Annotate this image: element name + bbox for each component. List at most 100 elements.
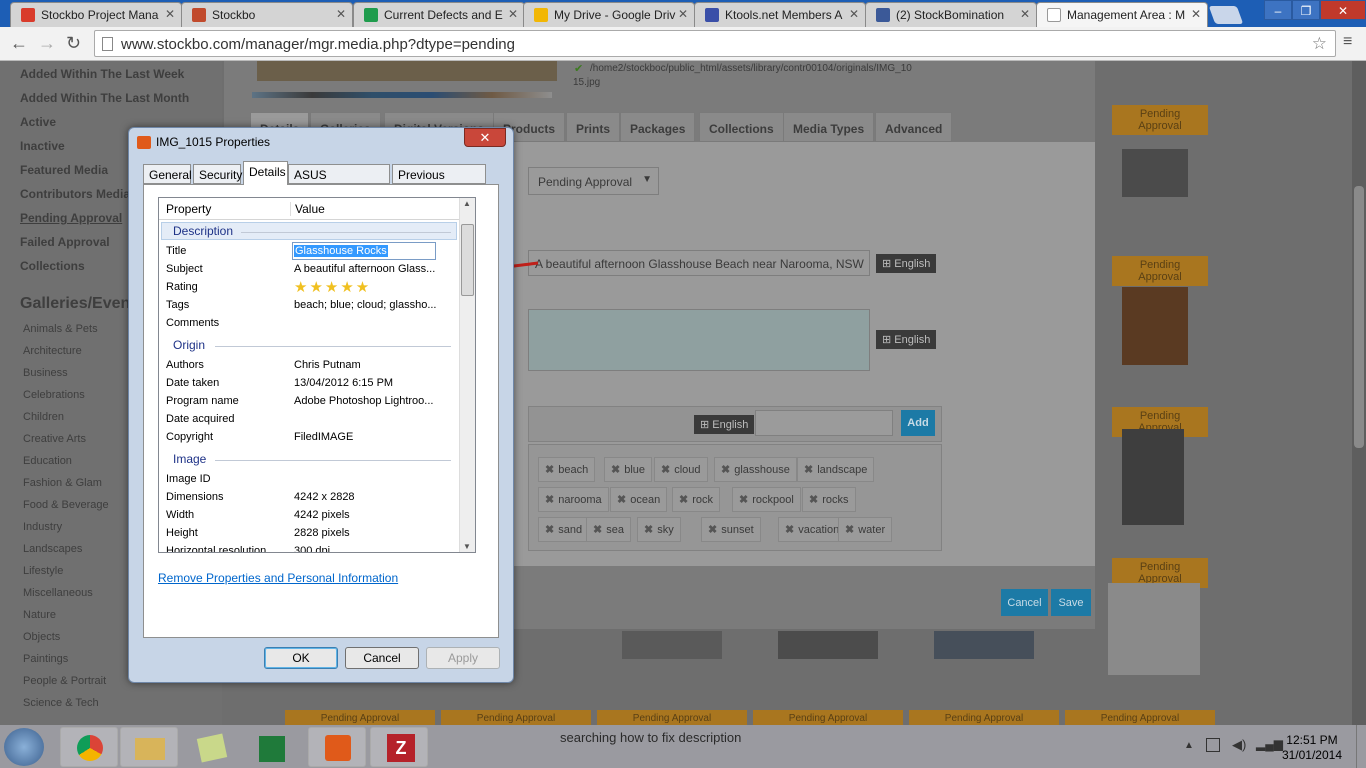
- keyword-tag[interactable]: ✖ sky: [637, 517, 681, 542]
- close-tab-icon[interactable]: ✕: [849, 7, 859, 21]
- keyword-tag[interactable]: ✖ cloud: [654, 457, 708, 482]
- description-textarea[interactable]: [528, 309, 870, 371]
- close-tab-icon[interactable]: ✕: [336, 7, 346, 21]
- clock[interactable]: 12:51 PM 31/01/2014: [1282, 733, 1342, 763]
- close-tab-icon[interactable]: ✕: [678, 7, 688, 21]
- keyword-tag[interactable]: ✖ ocean: [610, 487, 668, 512]
- start-button[interactable]: [4, 728, 44, 766]
- ok-button[interactable]: OK: [264, 647, 338, 669]
- sidebar-item[interactable]: Failed Approval: [20, 235, 110, 249]
- gallery-item[interactable]: Education: [23, 455, 72, 467]
- keyword-tag[interactable]: ✖ water: [838, 517, 893, 542]
- keyword-tag[interactable]: ✖ narooma: [538, 487, 609, 512]
- tab-security[interactable]: Security: [193, 164, 242, 184]
- keyword-tag[interactable]: ✖ sunset: [701, 517, 761, 542]
- remove-tag-icon[interactable]: ✖: [679, 494, 688, 506]
- sidebar-item[interactable]: Added Within The Last Month: [20, 91, 189, 105]
- apply-button[interactable]: Apply: [426, 647, 500, 669]
- tab-collections[interactable]: Collections: [699, 112, 784, 142]
- remove-tag-icon[interactable]: ✖: [644, 524, 653, 536]
- keyword-tag[interactable]: ✖ rockpool: [732, 487, 801, 512]
- scroll-up-icon[interactable]: ▲: [463, 199, 471, 208]
- gallery-item[interactable]: Science & Tech: [23, 697, 99, 709]
- property-value[interactable]: Adobe Photoshop Lightroo...: [294, 395, 433, 407]
- gallery-item[interactable]: Creative Arts: [23, 433, 86, 445]
- property-value[interactable]: Chris Putnam: [294, 359, 361, 371]
- gallery-item[interactable]: Animals & Pets: [23, 323, 98, 335]
- group-description[interactable]: Description: [173, 224, 233, 238]
- reload-icon[interactable]: ↻: [66, 33, 81, 54]
- close-tab-icon[interactable]: ✕: [1191, 7, 1201, 21]
- volume-icon[interactable]: ◀): [1232, 737, 1246, 753]
- show-hidden-icons[interactable]: ▲: [1184, 740, 1194, 751]
- media-thumbnail[interactable]: [1108, 583, 1200, 675]
- language-button[interactable]: ⊞ English: [694, 415, 755, 434]
- tab-previous-versions[interactable]: Previous Versions: [392, 164, 486, 196]
- maximize-icon[interactable]: ❐: [1292, 0, 1320, 20]
- title-input[interactable]: A beautiful afternoon Glasshouse Beach n…: [528, 250, 870, 276]
- sidebar-item[interactable]: Inactive: [20, 139, 65, 153]
- close-tab-icon[interactable]: ✕: [1020, 7, 1030, 21]
- cancel-button[interactable]: Cancel: [1001, 589, 1048, 616]
- browser-tab[interactable]: Stockbo Project Mana ✕: [10, 2, 182, 27]
- remove-properties-link[interactable]: Remove Properties and Personal Informati…: [158, 571, 398, 585]
- keyword-tag[interactable]: ✖ blue: [604, 457, 653, 482]
- keyword-tag[interactable]: ✖ vacation: [778, 517, 847, 542]
- sidebar-item[interactable]: Contributors Media: [20, 187, 130, 201]
- language-button[interactable]: ⊞ English: [876, 254, 937, 273]
- keyword-tag[interactable]: ✖ rocks: [802, 487, 856, 512]
- gallery-item[interactable]: Business: [23, 367, 68, 379]
- keyword-tag[interactable]: ✖ landscape: [797, 457, 875, 482]
- remove-tag-icon[interactable]: ✖: [785, 524, 794, 536]
- close-window-icon[interactable]: ✕: [1320, 0, 1366, 20]
- gallery-item[interactable]: Industry: [23, 521, 62, 533]
- explorer-taskbar-icon[interactable]: [120, 727, 178, 767]
- status-select[interactable]: Pending Approval ▼: [528, 167, 659, 195]
- title-edit-field[interactable]: Glasshouse Rocks: [292, 242, 436, 260]
- media-thumbnail[interactable]: [778, 631, 878, 659]
- forward-icon[interactable]: →: [38, 33, 56, 54]
- group-image[interactable]: Image: [173, 452, 206, 466]
- browser-tab[interactable]: (2) StockBomination ✕: [865, 2, 1037, 27]
- scrollbar-thumb[interactable]: [1354, 186, 1364, 448]
- browser-tab[interactable]: Stockbo ✕: [181, 2, 353, 27]
- gallery-item[interactable]: Landscapes: [23, 543, 82, 555]
- new-tab-button[interactable]: [1208, 6, 1244, 24]
- column-property[interactable]: Property: [166, 202, 211, 216]
- rating-stars[interactable]: ★★★★★: [294, 278, 371, 296]
- filezilla-taskbar-icon[interactable]: Z: [370, 727, 428, 767]
- snipping-taskbar-icon[interactable]: [308, 727, 366, 767]
- network-icon[interactable]: ▂▄▆: [1256, 737, 1283, 751]
- cancel-button[interactable]: Cancel: [345, 647, 419, 669]
- page-scrollbar[interactable]: [1352, 61, 1366, 725]
- remove-tag-icon[interactable]: ✖: [661, 464, 670, 476]
- tab-general[interactable]: General: [143, 164, 192, 184]
- remove-tag-icon[interactable]: ✖: [708, 524, 717, 536]
- minimize-icon[interactable]: –: [1264, 0, 1292, 20]
- gallery-item[interactable]: Celebrations: [23, 389, 85, 401]
- add-keyword-button[interactable]: Add: [901, 410, 935, 436]
- notes-taskbar-icon[interactable]: [182, 727, 240, 767]
- gallery-item[interactable]: People & Portrait: [23, 675, 106, 687]
- remove-tag-icon[interactable]: ✖: [545, 524, 554, 536]
- tab-advanced[interactable]: Advanced: [875, 112, 953, 142]
- bookmark-star-icon[interactable]: ☆: [1312, 34, 1327, 54]
- remove-tag-icon[interactable]: ✖: [721, 464, 730, 476]
- gallery-item[interactable]: Fashion & Glam: [23, 477, 102, 489]
- gallery-item[interactable]: Miscellaneous: [23, 587, 93, 599]
- chrome-taskbar-icon[interactable]: [60, 727, 118, 767]
- property-value[interactable]: FiledIMAGE: [294, 431, 353, 443]
- media-thumbnail[interactable]: [1122, 429, 1184, 525]
- tab-details[interactable]: Details: [243, 161, 288, 185]
- tab-prints[interactable]: Prints: [566, 112, 621, 142]
- property-value[interactable]: beach; blue; cloud; glassho...: [294, 299, 436, 311]
- sidebar-item[interactable]: Added Within The Last Week: [20, 67, 184, 81]
- show-desktop-button[interactable]: [1356, 725, 1366, 768]
- remove-tag-icon[interactable]: ✖: [611, 464, 620, 476]
- keyword-tag[interactable]: ✖ beach: [538, 457, 596, 482]
- remove-tag-icon[interactable]: ✖: [739, 494, 748, 506]
- media-thumbnail[interactable]: [1122, 287, 1188, 365]
- gallery-item[interactable]: Nature: [23, 609, 56, 621]
- gallery-item[interactable]: Objects: [23, 631, 60, 643]
- list-scrollbar[interactable]: ▲ ▼: [459, 198, 475, 552]
